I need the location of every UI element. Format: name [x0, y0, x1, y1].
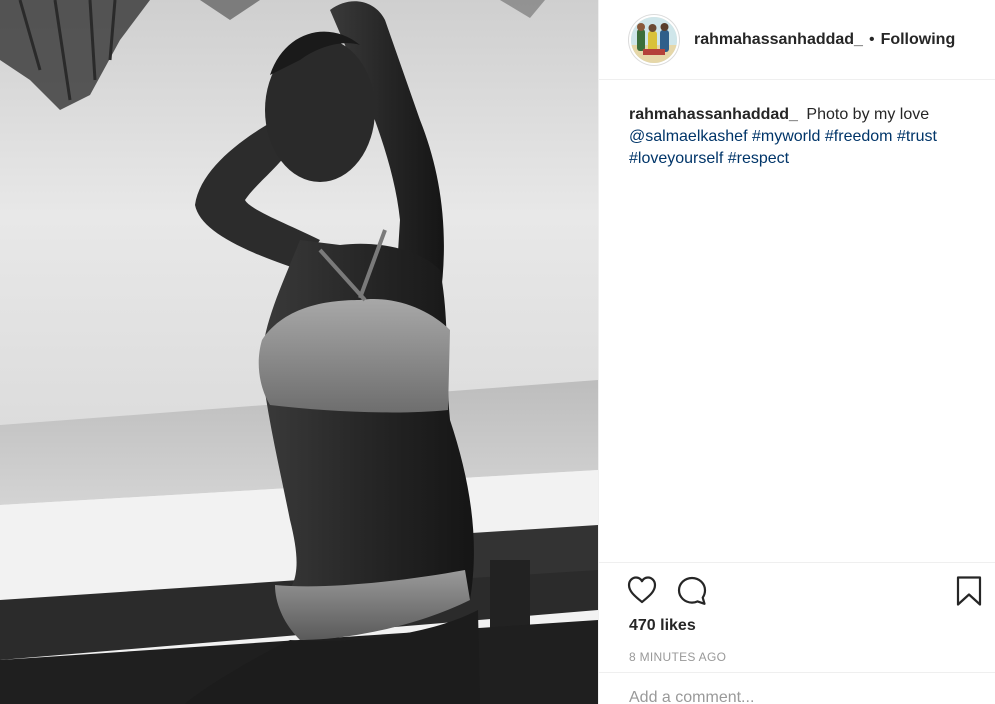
author-avatar[interactable] — [629, 14, 679, 65]
separator-dot: • — [868, 30, 875, 48]
heart-icon[interactable] — [626, 575, 658, 610]
comment-input[interactable] — [629, 689, 969, 704]
avatar-image-icon — [631, 16, 677, 63]
post-caption: rahmahassanhaddad_ Photo by my love @sal… — [629, 104, 974, 170]
hashtag-link[interactable]: #myworld — [752, 128, 820, 145]
post-timestamp: 8 MINUTES AGO — [629, 650, 727, 664]
likes-count[interactable]: 470 likes — [629, 617, 696, 635]
caption-mention[interactable]: @salmaelkashef — [629, 128, 748, 145]
caption-username[interactable]: rahmahassanhaddad_ — [629, 106, 798, 123]
photo-illustration — [0, 0, 598, 704]
caption-text: Photo by my love — [806, 106, 930, 123]
hashtag-link[interactable]: #loveyourself — [629, 150, 723, 167]
post-side-panel: rahmahassanhaddad_ • Following rahmahass… — [598, 0, 995, 704]
post-view: rahmahassanhaddad_ • Following rahmahass… — [0, 0, 995, 704]
post-photo[interactable] — [0, 0, 598, 704]
following-button[interactable]: Following — [881, 31, 956, 49]
comment-section — [599, 672, 995, 704]
bookmark-icon[interactable] — [955, 575, 983, 612]
hashtag-link[interactable]: #respect — [728, 150, 789, 167]
action-bar — [599, 562, 995, 623]
hashtag-link[interactable]: #freedom — [825, 128, 893, 145]
comment-bubble-icon[interactable] — [676, 575, 708, 612]
hashtag-link[interactable]: #trust — [897, 128, 937, 145]
post-header: rahmahassanhaddad_ • Following — [599, 0, 995, 80]
author-username[interactable]: rahmahassanhaddad_ — [694, 31, 863, 49]
